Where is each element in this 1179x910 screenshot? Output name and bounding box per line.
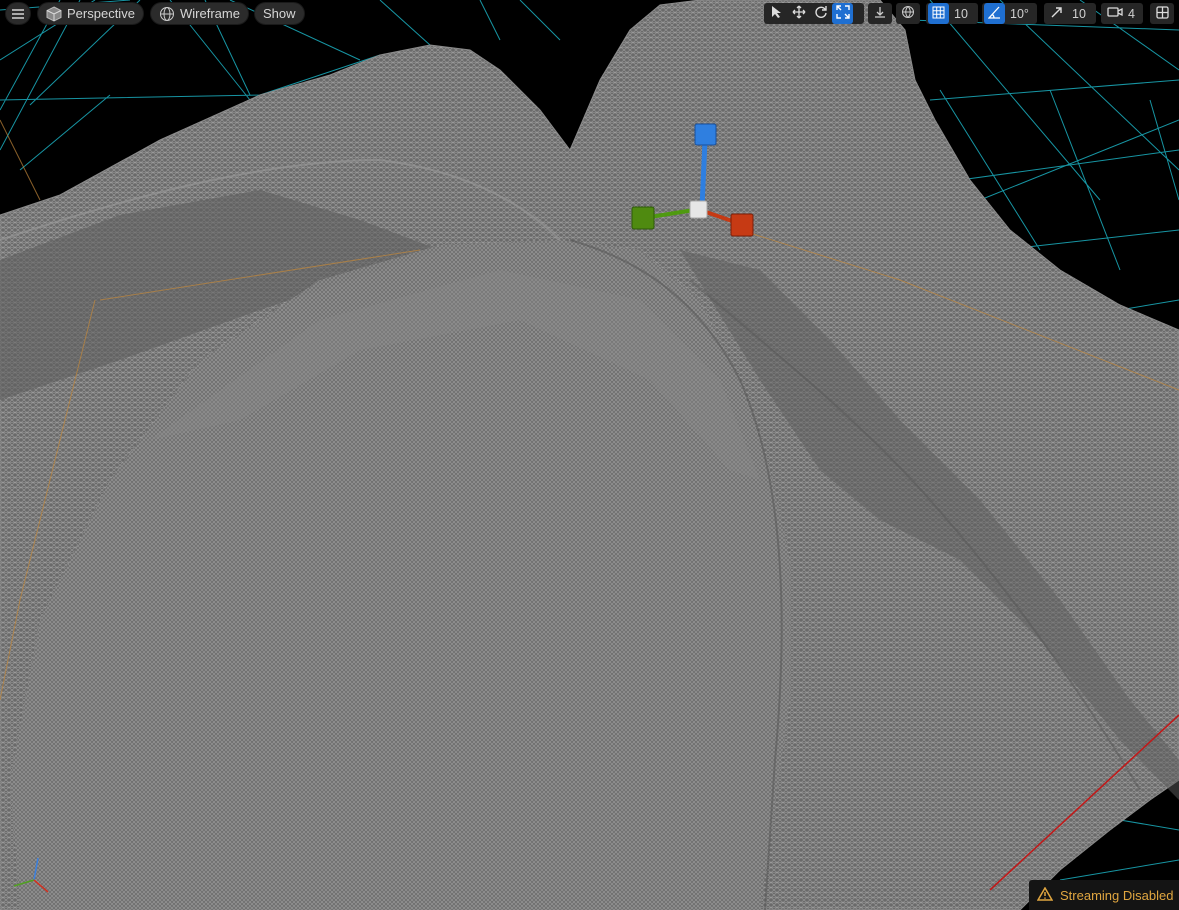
viewport-menu-button[interactable] [5, 2, 31, 25]
globe-icon [901, 5, 915, 22]
grid-snap-toggle[interactable] [928, 3, 949, 24]
transform-tools-group [764, 3, 864, 24]
warning-icon [1036, 886, 1054, 904]
view-mode-label: Perspective [67, 6, 135, 21]
gizmo-center-handle [689, 200, 708, 219]
translate-tool-button[interactable] [788, 3, 809, 24]
rotate-icon [814, 5, 828, 22]
streaming-status-badge: Streaming Disabled [1029, 880, 1179, 910]
camera-speed-control[interactable]: 4 [1101, 3, 1143, 24]
scale-snap-value[interactable]: 10 [1072, 7, 1086, 21]
wireframe-terrain-scene[interactable] [0, 0, 1179, 910]
scale-snap-icon [1050, 6, 1063, 22]
rotation-snap-value[interactable]: 10° [1010, 7, 1029, 21]
streaming-status-text: Streaming Disabled [1060, 887, 1174, 903]
gizmo-y-handle [631, 206, 655, 230]
gizmo-z-axis [699, 139, 708, 209]
camera-speed-value[interactable]: 4 [1128, 7, 1135, 21]
rotation-snap-control[interactable]: 10° [982, 3, 1037, 24]
scale-icon [835, 5, 850, 22]
surface-snap-icon [873, 5, 887, 22]
hamburger-icon [12, 8, 24, 19]
scale-tool-button[interactable] [832, 3, 853, 24]
show-menu-button[interactable]: Show [254, 2, 305, 25]
scale-snap-toggle[interactable] [1046, 3, 1067, 24]
world-local-toggle[interactable] [896, 3, 920, 24]
render-mode-label: Wireframe [180, 6, 240, 21]
rotate-tool-button[interactable] [810, 3, 831, 24]
gizmo-x-handle [730, 213, 754, 237]
camera-icon [1107, 6, 1123, 21]
perspective-view-button[interactable]: Perspective [37, 2, 144, 25]
surface-snap-button[interactable] [868, 3, 892, 24]
cursor-icon [771, 5, 783, 22]
scale-snap-control[interactable]: 10 [1044, 3, 1096, 24]
3d-viewport[interactable]: Perspective Wireframe Show 10 10° 10 4 S… [0, 0, 1179, 910]
viewport-layout-button[interactable] [1150, 3, 1174, 24]
show-label: Show [263, 6, 296, 21]
rotation-snap-toggle[interactable] [984, 3, 1005, 24]
view-mode-button[interactable]: Wireframe [150, 2, 249, 25]
angle-icon [987, 6, 1001, 22]
cube-icon [46, 5, 62, 22]
grid-snap-value[interactable]: 10 [954, 7, 968, 21]
gizmo-z-handle [694, 123, 717, 146]
move-arrows-icon [792, 5, 806, 22]
viewport-layout-icon [1155, 5, 1169, 22]
grid-snap-control[interactable]: 10 [926, 3, 978, 24]
select-tool-button[interactable] [766, 3, 787, 24]
grid-icon [932, 6, 945, 22]
sphere-wireframe-icon [159, 6, 175, 22]
